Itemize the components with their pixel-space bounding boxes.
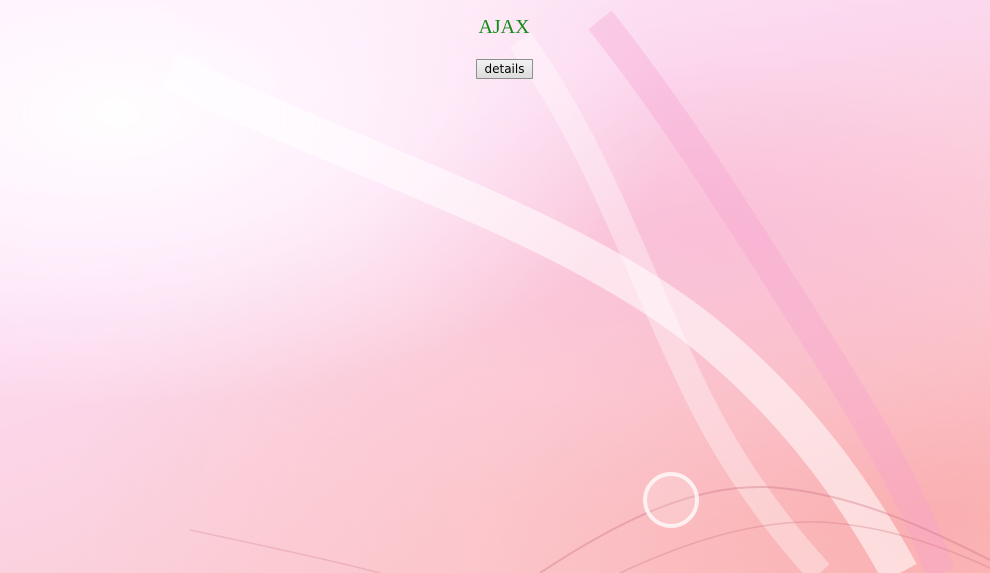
swirl-ribbon — [161, 53, 917, 573]
swirl-line — [619, 521, 990, 573]
page-title: AJAX — [478, 16, 530, 38]
swirl-line — [189, 529, 381, 573]
background-swirl-art — [161, 10, 990, 573]
swirl-line — [539, 486, 990, 573]
swirl-ribbon — [509, 32, 830, 573]
swirl-ribbon — [588, 10, 955, 573]
details-button[interactable]: details — [476, 59, 533, 79]
glow-ring — [643, 472, 699, 528]
